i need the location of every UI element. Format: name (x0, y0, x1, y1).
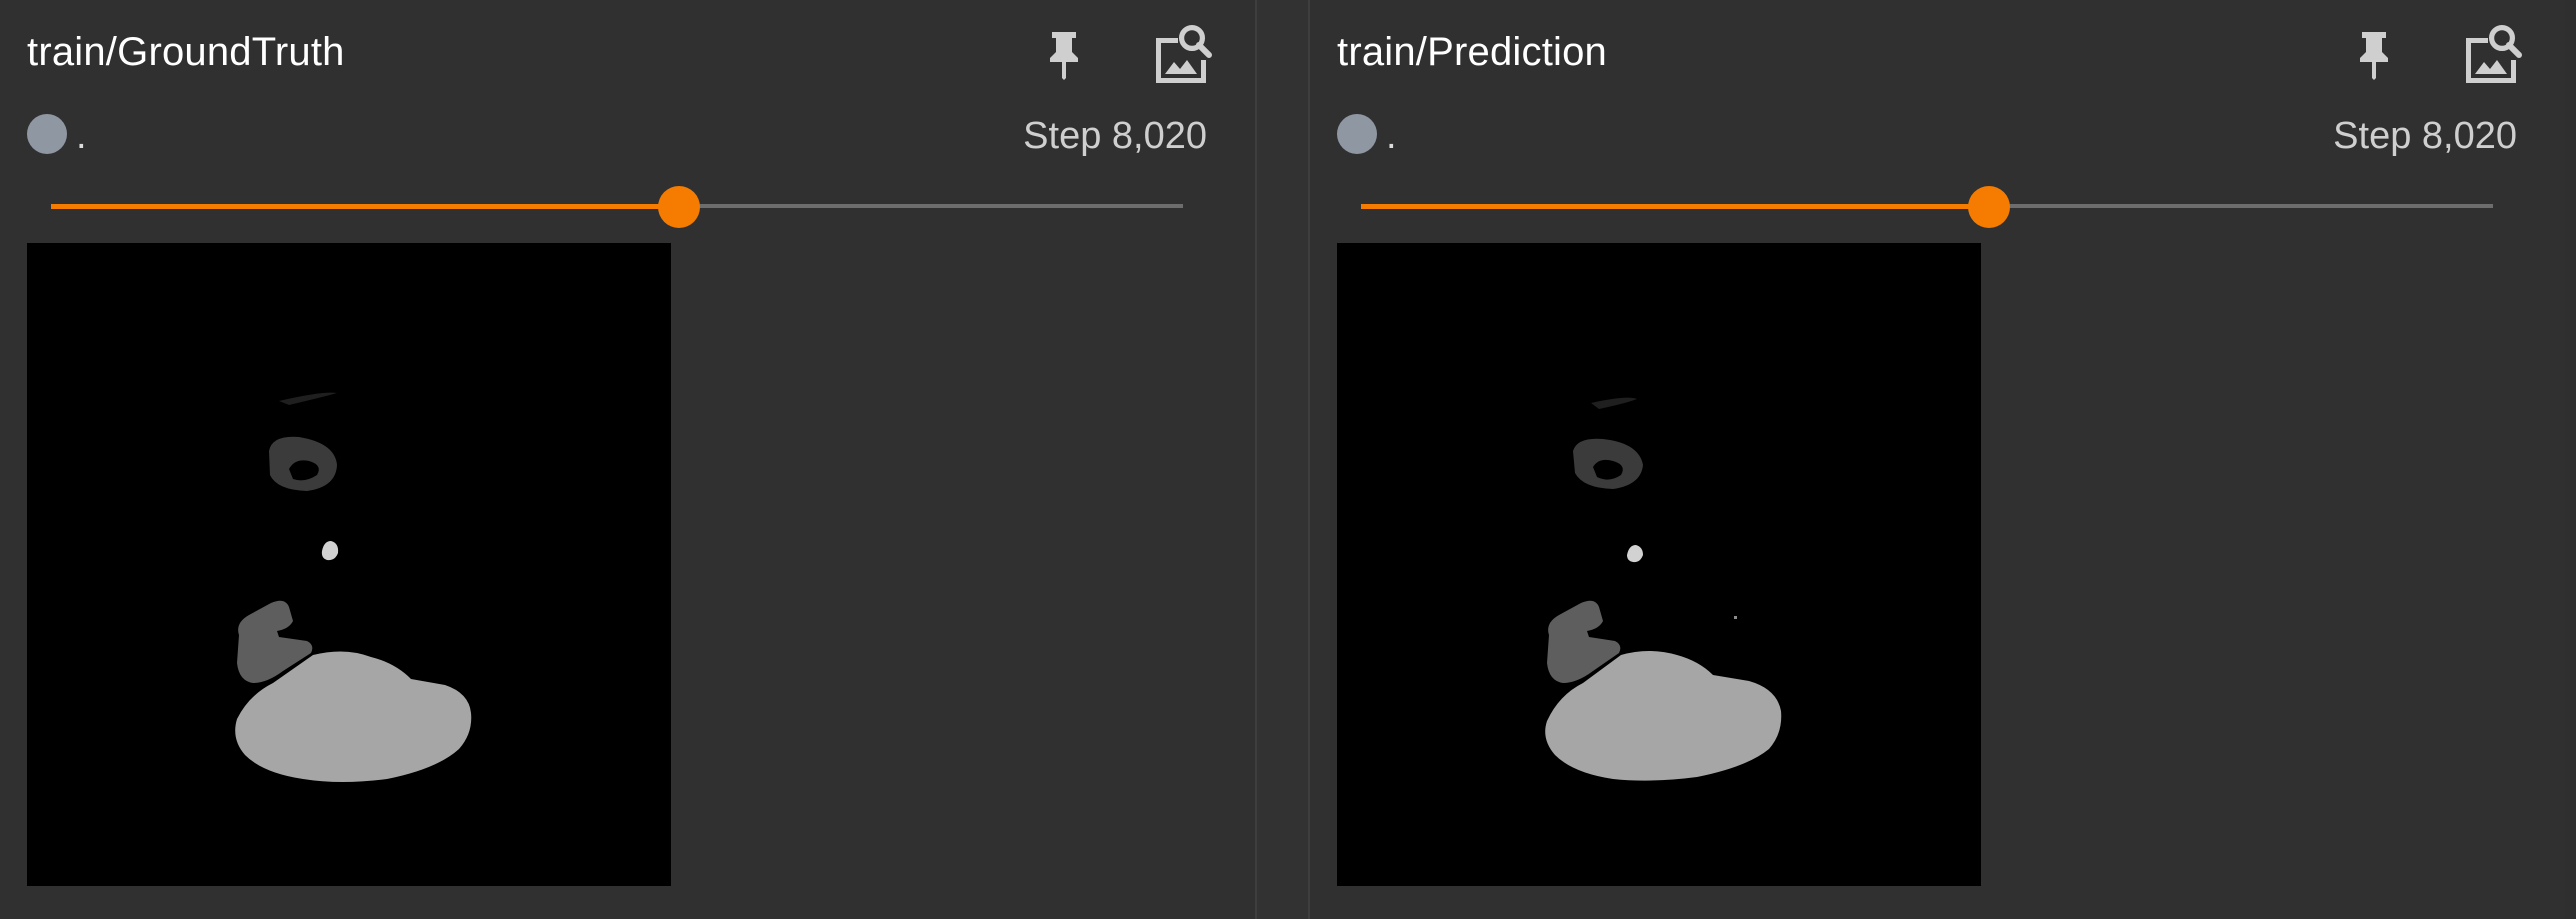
step-label: Step 8,020 (2333, 115, 2517, 157)
run-name: . (1386, 115, 1397, 157)
step-slider[interactable] (51, 186, 1183, 228)
slider-fill (1361, 204, 1990, 209)
pin-button[interactable] (1040, 26, 1088, 82)
image-card-prediction: train/Prediction . Step 8,020 (1310, 0, 2565, 919)
segment-noise (1734, 616, 1737, 619)
segmentation-image (1337, 243, 1981, 886)
tensorboard-images-view: train/GroundTruth . Step 8,020 train/Pre… (0, 0, 2576, 919)
pin-icon (1050, 32, 1078, 80)
inspect-image-button[interactable] (2460, 22, 2524, 88)
image-search-icon (1156, 25, 1212, 83)
pin-button[interactable] (2350, 26, 2398, 82)
run-color-indicator (1337, 114, 1377, 154)
step-label: Step 8,020 (1023, 115, 1207, 157)
step-slider[interactable] (1361, 186, 2493, 228)
segmentation-image (27, 243, 671, 886)
slider-thumb[interactable] (658, 186, 701, 228)
card-title: train/GroundTruth (27, 30, 345, 74)
inspect-image-button[interactable] (1150, 22, 1214, 88)
image-search-icon (2466, 25, 2522, 83)
run-name: . (76, 115, 87, 157)
card-title: train/Prediction (1337, 30, 1607, 74)
slider-fill (51, 204, 680, 209)
run-color-indicator (27, 114, 67, 154)
slider-thumb[interactable] (1968, 186, 2011, 228)
panel-divider (1255, 0, 1310, 919)
image-card-groundtruth: train/GroundTruth . Step 8,020 (0, 0, 1255, 919)
pin-icon (2360, 32, 2388, 80)
